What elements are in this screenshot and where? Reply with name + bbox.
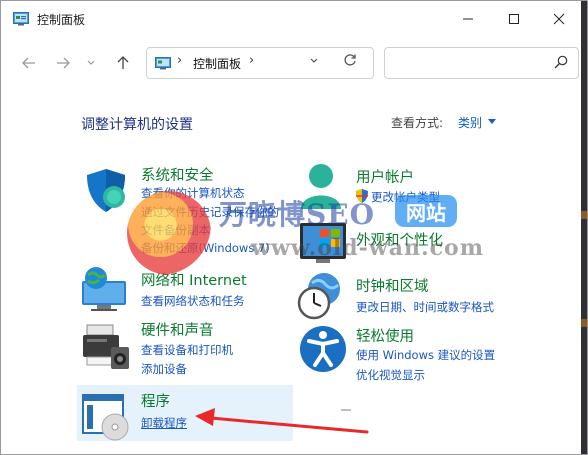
- breadcrumb-control-panel[interactable]: 控制面板: [193, 55, 241, 72]
- back-button[interactable]: [17, 51, 41, 75]
- change-account-type-link[interactable]: 更改帐户类型: [371, 189, 440, 205]
- optimize-display-link[interactable]: 优化视觉显示: [356, 367, 425, 383]
- maximize-icon: [509, 14, 519, 24]
- uac-shield-icon: [356, 189, 368, 203]
- recent-locations-button[interactable]: [83, 51, 99, 75]
- page-title: 调整计算机的设置: [81, 117, 193, 133]
- network-internet-title[interactable]: 网络和 Internet: [141, 269, 247, 290]
- close-icon: [553, 13, 565, 25]
- divider: [341, 409, 351, 411]
- view-by-dropdown[interactable]: 类别: [458, 114, 482, 131]
- change-date-time-link[interactable]: 更改日期、时间或数字格式: [356, 299, 494, 315]
- breadcrumb-separator[interactable]: ›: [177, 53, 182, 68]
- navigation-toolbar: › 控制面板 ›: [1, 41, 587, 85]
- maximize-button[interactable]: [491, 1, 537, 37]
- recommended-settings-link[interactable]: 使用 Windows 建议的设置: [356, 347, 495, 363]
- view-by-label: 查看方式:: [391, 116, 444, 130]
- minimize-button[interactable]: [445, 1, 491, 37]
- ease-of-access-icon[interactable]: [298, 324, 348, 374]
- clock-region-title[interactable]: 时钟和区域: [356, 275, 429, 296]
- breadcrumb-separator[interactable]: ›: [249, 53, 254, 68]
- forward-button[interactable]: [51, 51, 75, 75]
- up-button[interactable]: [111, 51, 135, 75]
- close-button[interactable]: [536, 1, 582, 37]
- programs-disc-icon[interactable]: [81, 391, 131, 441]
- appearance-personalization-icon[interactable]: [298, 219, 348, 269]
- chevron-down-icon: [87, 60, 95, 65]
- system-security-link[interactable]: 文件备份副本: [141, 222, 210, 238]
- system-security-title[interactable]: 系统和安全: [141, 164, 214, 185]
- chevron-down-icon: [310, 58, 318, 63]
- minimize-icon: [463, 18, 473, 20]
- hardware-sound-title[interactable]: 硬件和声音: [141, 319, 214, 340]
- title-bar: 控制面板: [1, 1, 587, 39]
- system-security-link[interactable]: 备份和还原(Windows 7): [141, 240, 270, 256]
- clock-globe-icon[interactable]: [296, 271, 346, 321]
- control-panel-icon: [155, 57, 171, 70]
- network-globe-icon[interactable]: [79, 265, 129, 315]
- add-device-link[interactable]: 添加设备: [141, 361, 187, 377]
- address-bar[interactable]: › 控制面板 ›: [146, 47, 374, 79]
- system-security-link[interactable]: 查看你的计算机状态: [141, 185, 245, 201]
- uninstall-program-link[interactable]: 卸载程序: [141, 415, 187, 431]
- appearance-personalization-title[interactable]: 外观和个性化: [356, 229, 443, 250]
- refresh-icon: [344, 54, 356, 66]
- background-window-edge: [581, 1, 587, 454]
- search-box[interactable]: [384, 47, 579, 79]
- ease-of-access-title[interactable]: 轻松使用: [356, 325, 414, 346]
- window-title: 控制面板: [37, 13, 86, 27]
- control-panel-window: 控制面板 › 控制面板 › 调整计算机的设置 查看方式: 类别 系统和安全 查看…: [0, 0, 588, 455]
- system-security-link[interactable]: 通过文件历史记录保存你的: [141, 204, 279, 220]
- refresh-button[interactable]: [343, 53, 357, 71]
- back-arrow-icon: [22, 57, 35, 69]
- network-status-link[interactable]: 查看网络状态和任务: [141, 293, 245, 309]
- devices-printers-link[interactable]: 查看设备和打印机: [141, 342, 233, 358]
- search-icon: [554, 55, 568, 69]
- programs-title[interactable]: 程序: [141, 390, 170, 411]
- user-account-icon[interactable]: [296, 161, 346, 211]
- printer-speaker-icon[interactable]: [81, 321, 131, 371]
- caret-down-icon[interactable]: [488, 119, 496, 124]
- user-accounts-title[interactable]: 用户帐户: [356, 166, 414, 187]
- forward-arrow-icon: [57, 57, 70, 69]
- address-dropdown-button[interactable]: [309, 55, 319, 68]
- up-arrow-icon: [117, 56, 129, 69]
- shield-icon[interactable]: [81, 165, 131, 215]
- control-panel-icon: [13, 12, 29, 26]
